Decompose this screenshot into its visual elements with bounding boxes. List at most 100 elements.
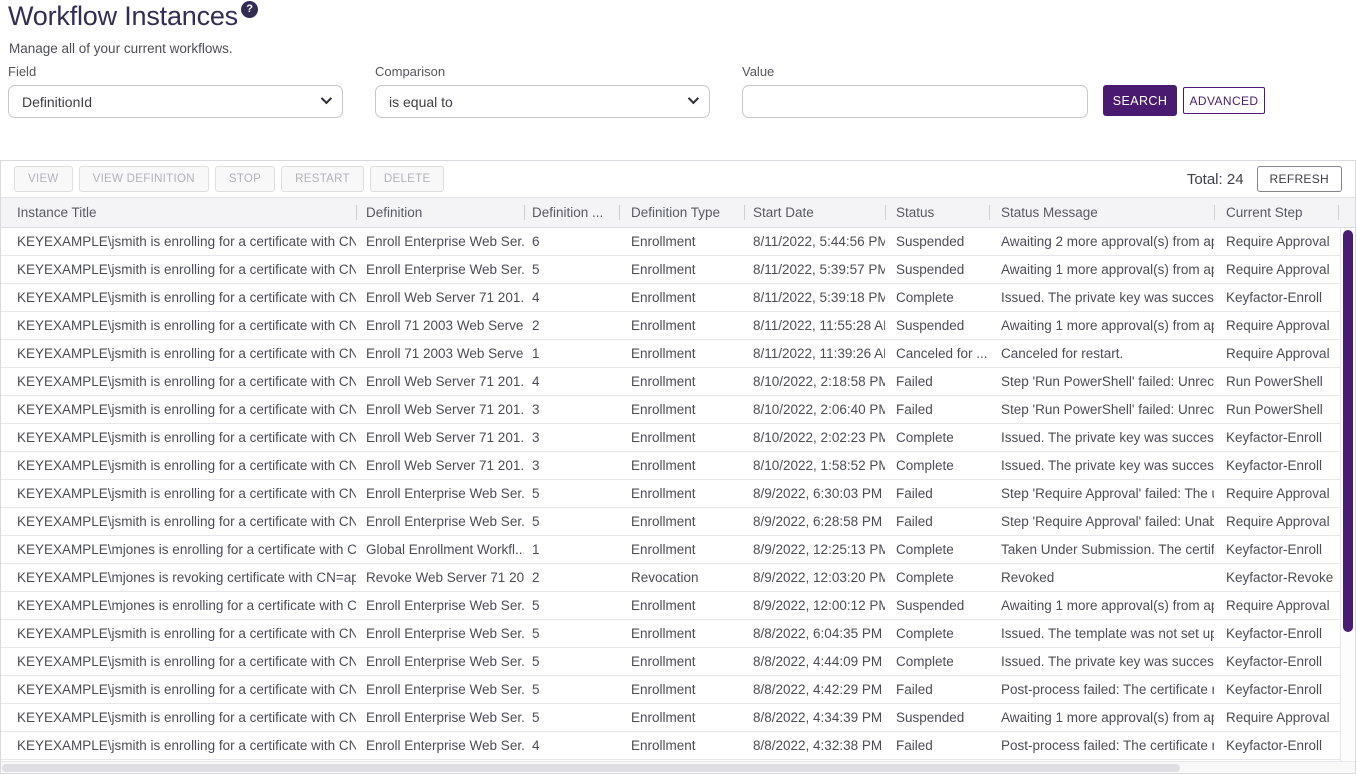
table-row[interactable]: KEYEXAMPLE\jsmith is enrolling for a cer… (1, 312, 1342, 340)
comparison-select[interactable]: is equal to (375, 85, 710, 118)
column-header-current-step[interactable]: Current Step (1214, 205, 1342, 220)
cell-definition-version: 3 (524, 402, 619, 417)
table-row[interactable]: KEYEXAMPLE\jsmith is enrolling for a cer… (1, 676, 1342, 704)
cell-definition-version: 2 (524, 570, 619, 585)
column-header-start-date[interactable]: Start Date (744, 205, 885, 220)
cell-definition-type: Enrollment (619, 234, 744, 249)
cell-definition-version: 1 (524, 542, 619, 557)
cell-instance-title: KEYEXAMPLE\jsmith is enrolling for a cer… (1, 458, 356, 473)
cell-status-message: Post-process failed: The certificate r..… (989, 738, 1214, 753)
cell-definition-type: Enrollment (619, 710, 744, 725)
horizontal-scrollbar-thumb[interactable] (2, 764, 1180, 772)
cell-start-date: 8/8/2022, 4:42:29 PM (744, 682, 885, 697)
cell-status-message: Revoked (989, 570, 1214, 585)
cell-current-step: Require Approval (1214, 514, 1342, 529)
table-row[interactable]: KEYEXAMPLE\mjones is enrolling for a cer… (1, 536, 1342, 564)
table-row[interactable]: KEYEXAMPLE\jsmith is enrolling for a cer… (1, 424, 1342, 452)
cell-status-message: Awaiting 2 more approval(s) from ap... (989, 234, 1214, 249)
cell-status-message: Step 'Run PowerShell' failed: Unreco... (989, 374, 1214, 389)
cell-definition: Enroll Enterprise Web Ser... (356, 486, 524, 501)
table-row[interactable]: KEYEXAMPLE\jsmith is enrolling for a cer… (1, 396, 1342, 424)
cell-start-date: 8/8/2022, 4:44:09 PM (744, 654, 885, 669)
column-header-definition-type[interactable]: Definition Type (619, 205, 744, 220)
cell-instance-title: KEYEXAMPLE\jsmith is enrolling for a cer… (1, 514, 356, 529)
value-input[interactable] (742, 85, 1088, 118)
table-row[interactable]: KEYEXAMPLE\jsmith is enrolling for a cer… (1, 368, 1342, 396)
cell-definition-version: 5 (524, 262, 619, 277)
cell-status-message: Step 'Require Approval' failed: Unabl... (989, 514, 1214, 529)
cell-current-step: Require Approval (1214, 710, 1342, 725)
cell-status-message: Awaiting 1 more approval(s) from ap... (989, 710, 1214, 725)
table-row[interactable]: KEYEXAMPLE\jsmith is enrolling for a cer… (1, 256, 1342, 284)
cell-definition: Enroll Web Server 71 201... (356, 430, 524, 445)
cell-definition-type: Enrollment (619, 374, 744, 389)
cell-status: Complete (885, 290, 989, 305)
cell-definition-version: 1 (524, 346, 619, 361)
table-row[interactable]: KEYEXAMPLE\jsmith is enrolling for a cer… (1, 704, 1342, 732)
column-header-status-message[interactable]: Status Message (989, 205, 1214, 220)
column-header-status[interactable]: Status (885, 205, 989, 220)
table-body: KEYEXAMPLE\jsmith is enrolling for a cer… (1, 228, 1342, 760)
cell-current-step: Require Approval (1214, 234, 1342, 249)
cell-start-date: 8/9/2022, 12:25:13 PM (744, 542, 885, 557)
cell-start-date: 8/11/2022, 5:39:57 PM (744, 262, 885, 277)
table-row[interactable]: KEYEXAMPLE\jsmith is enrolling for a cer… (1, 228, 1342, 256)
restart-button[interactable]: RESTART (281, 166, 364, 192)
cell-start-date: 8/10/2022, 2:02:23 PM (744, 430, 885, 445)
comparison-filter-group: Comparison is equal to (375, 64, 710, 118)
cell-instance-title: KEYEXAMPLE\jsmith is enrolling for a cer… (1, 234, 356, 249)
cell-current-step: Require Approval (1214, 598, 1342, 613)
cell-status-message: Step 'Run PowerShell' failed: Unreco... (989, 402, 1214, 417)
field-select[interactable]: DefinitionId (8, 85, 343, 118)
cell-current-step: Require Approval (1214, 262, 1342, 277)
cell-current-step: Keyfactor-Enroll (1214, 626, 1342, 641)
cell-start-date: 8/9/2022, 6:28:58 PM (744, 514, 885, 529)
table-row[interactable]: KEYEXAMPLE\jsmith is enrolling for a cer… (1, 648, 1342, 676)
cell-definition-type: Enrollment (619, 458, 744, 473)
table-row[interactable]: KEYEXAMPLE\jsmith is enrolling for a cer… (1, 620, 1342, 648)
table-row[interactable]: KEYEXAMPLE\jsmith is enrolling for a cer… (1, 480, 1342, 508)
table-row[interactable]: KEYEXAMPLE\jsmith is enrolling for a cer… (1, 508, 1342, 536)
table-row[interactable]: KEYEXAMPLE\jsmith is enrolling for a cer… (1, 452, 1342, 480)
stop-button[interactable]: STOP (215, 166, 275, 192)
table-row[interactable]: KEYEXAMPLE\jsmith is enrolling for a cer… (1, 732, 1342, 760)
column-header-definition[interactable]: Definition (356, 205, 524, 220)
table-row[interactable]: KEYEXAMPLE\jsmith is enrolling for a cer… (1, 340, 1342, 368)
table-row[interactable]: KEYEXAMPLE\mjones is revoking certificat… (1, 564, 1342, 592)
cell-definition-version: 4 (524, 738, 619, 753)
cell-definition-type: Enrollment (619, 346, 744, 361)
view-button[interactable]: VIEW (14, 166, 73, 192)
cell-status: Complete (885, 430, 989, 445)
cell-start-date: 8/9/2022, 12:00:12 PM (744, 598, 885, 613)
cell-definition-type: Enrollment (619, 486, 744, 501)
search-button[interactable]: SEARCH (1103, 85, 1177, 116)
vertical-scrollbar-thumb[interactable] (1343, 230, 1353, 632)
cell-status-message: Awaiting 1 more approval(s) from ap... (989, 262, 1214, 277)
table-row[interactable]: KEYEXAMPLE\mjones is enrolling for a cer… (1, 592, 1342, 620)
column-header-definition-version[interactable]: Definition ... (524, 205, 619, 220)
delete-button[interactable]: DELETE (370, 166, 445, 192)
cell-current-step: Keyfactor-Enroll (1214, 458, 1342, 473)
cell-start-date: 8/11/2022, 5:44:56 PM (744, 234, 885, 249)
cell-status-message: Post-process failed: The certificate r..… (989, 682, 1214, 697)
cell-instance-title: KEYEXAMPLE\mjones is revoking certificat… (1, 570, 356, 585)
table-row[interactable]: KEYEXAMPLE\jsmith is enrolling for a cer… (1, 284, 1342, 312)
cell-instance-title: KEYEXAMPLE\jsmith is enrolling for a cer… (1, 374, 356, 389)
cell-instance-title: KEYEXAMPLE\jsmith is enrolling for a cer… (1, 738, 356, 753)
cell-start-date: 8/9/2022, 6:30:03 PM (744, 486, 885, 501)
cell-status-message: Canceled for restart. (989, 346, 1214, 361)
help-icon[interactable]: ? (241, 1, 258, 18)
cell-status-message: Issued. The template was not set up... (989, 626, 1214, 641)
advanced-button[interactable]: ADVANCED (1183, 87, 1265, 114)
view-definition-button[interactable]: VIEW DEFINITION (79, 166, 209, 192)
cell-instance-title: KEYEXAMPLE\jsmith is enrolling for a cer… (1, 430, 356, 445)
cell-status: Failed (885, 374, 989, 389)
column-header-instance-title[interactable]: Instance Title (1, 205, 356, 220)
page-title-text: Workflow Instances (8, 1, 238, 31)
cell-status: Failed (885, 682, 989, 697)
cell-status: Failed (885, 738, 989, 753)
field-label: Field (8, 64, 343, 79)
cell-definition-version: 5 (524, 486, 619, 501)
refresh-button[interactable]: REFRESH (1257, 166, 1342, 192)
cell-definition: Enroll Web Server 71 201... (356, 458, 524, 473)
